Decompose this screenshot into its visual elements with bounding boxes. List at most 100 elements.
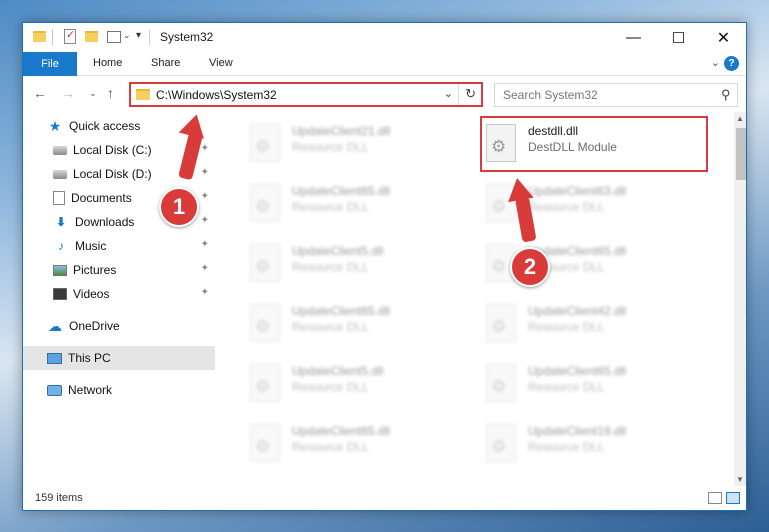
dll-file-icon bbox=[486, 424, 516, 462]
file-description: Resource DLL bbox=[528, 320, 605, 334]
file-name: UpdateClient21.dll bbox=[292, 124, 391, 138]
pin-icon[interactable]: ✦ bbox=[201, 143, 209, 154]
file-tile-destdll[interactable]: destdll.dll DestDLL Module bbox=[480, 116, 708, 172]
documents-icon bbox=[53, 191, 65, 205]
file-description: Resource DLL bbox=[292, 260, 369, 274]
view-icon[interactable] bbox=[107, 31, 121, 43]
download-icon: ⬇ bbox=[55, 215, 67, 229]
tiles-view-icon[interactable] bbox=[726, 492, 740, 504]
maximize-button[interactable]: ☐ bbox=[656, 23, 701, 52]
pin-icon[interactable]: ✦ bbox=[201, 239, 209, 250]
expand-ribbon-icon[interactable]: ⌄ bbox=[711, 56, 720, 69]
pin-icon[interactable]: ✦ bbox=[201, 215, 209, 226]
properties-icon[interactable] bbox=[64, 28, 76, 44]
address-bar[interactable]: C:\Windows\System32 ⌄ ↻ bbox=[129, 82, 483, 107]
pin-icon[interactable]: ✦ bbox=[201, 191, 209, 202]
music-icon: ♪ bbox=[58, 239, 64, 253]
sidebar-item-pictures[interactable]: Pictures ✦ bbox=[53, 258, 215, 282]
annotation-badge-1: 1 bbox=[159, 187, 199, 227]
title-bar: ⌄ ▾ System32 — ☐ ✕ bbox=[23, 23, 746, 52]
item-count: 159 items bbox=[35, 492, 83, 504]
annotation-badge-2: 2 bbox=[510, 247, 550, 287]
folder-icon bbox=[136, 89, 150, 100]
search-box[interactable]: ⚲ bbox=[494, 83, 738, 107]
file-name: UpdateClient65.dll bbox=[292, 184, 391, 198]
sidebar-item-network[interactable]: Network bbox=[47, 378, 215, 402]
address-path[interactable]: C:\Windows\System32 bbox=[156, 88, 277, 102]
divider bbox=[149, 30, 150, 45]
sidebar-item-label: OneDrive bbox=[69, 319, 120, 333]
details-view-icon[interactable] bbox=[708, 492, 722, 504]
file-description: Resource DLL bbox=[528, 200, 605, 214]
ribbon: File Home Share View ⌄ ? bbox=[23, 52, 746, 76]
file-name: UpdateClient65.dll bbox=[292, 424, 391, 438]
file-tile[interactable]: UpdateClient65.dll Resource DLL bbox=[244, 176, 464, 228]
sidebar-item-label: Videos bbox=[73, 287, 110, 301]
refresh-icon[interactable]: ↻ bbox=[465, 86, 476, 102]
file-tile[interactable]: UpdateClient19.dll Resource DLL bbox=[480, 416, 700, 468]
tab-home[interactable]: Home bbox=[93, 57, 122, 69]
sidebar-item-label: Local Disk (C:) bbox=[73, 143, 152, 157]
pin-icon[interactable]: ✦ bbox=[201, 287, 209, 298]
file-tile[interactable]: UpdateClient21.dll Resource DLL bbox=[244, 116, 464, 168]
dll-file-icon bbox=[250, 364, 280, 402]
file-tile[interactable]: UpdateClient42.dll Resource DLL bbox=[480, 296, 700, 348]
vertical-scrollbar[interactable]: ▲ ▼ bbox=[734, 112, 746, 486]
file-name: UpdateClient5.dll bbox=[292, 364, 384, 378]
new-folder-icon[interactable] bbox=[85, 31, 98, 42]
file-name: destdll.dll bbox=[528, 124, 579, 138]
file-tile[interactable]: UpdateClient65.dll Resource DLL bbox=[244, 416, 464, 468]
dll-file-icon bbox=[250, 424, 280, 462]
file-description: Resource DLL bbox=[292, 140, 369, 154]
computer-icon bbox=[47, 352, 62, 364]
scroll-down-icon[interactable]: ▼ bbox=[736, 475, 744, 484]
dll-file-icon bbox=[486, 364, 516, 402]
tab-file[interactable]: File bbox=[23, 52, 77, 76]
folder-icon bbox=[33, 31, 46, 42]
file-description: Resource DLL bbox=[528, 380, 605, 394]
search-input[interactable] bbox=[503, 88, 703, 102]
file-description: Resource DLL bbox=[292, 200, 369, 214]
close-button[interactable]: ✕ bbox=[701, 23, 746, 52]
recent-locations-button[interactable]: ⌄ bbox=[89, 88, 97, 99]
forward-button[interactable]: → bbox=[61, 85, 75, 101]
tab-share[interactable]: Share bbox=[151, 57, 180, 69]
sidebar-item-videos[interactable]: Videos ✦ bbox=[53, 282, 215, 306]
chevron-down-icon[interactable]: ⌄ bbox=[444, 87, 453, 100]
customize-quick-access-icon[interactable]: ▾ bbox=[136, 30, 141, 41]
dll-file-icon bbox=[486, 124, 516, 162]
sidebar-item-music[interactable]: ♪ Music ✦ bbox=[53, 234, 215, 258]
network-icon bbox=[47, 384, 62, 396]
back-button[interactable]: ← bbox=[33, 85, 47, 101]
pin-icon[interactable]: ✦ bbox=[201, 263, 209, 274]
up-button[interactable]: ↑ bbox=[107, 85, 114, 101]
chevron-down-icon[interactable]: ⌄ bbox=[123, 30, 131, 41]
file-tile[interactable]: UpdateClient5.dll Resource DLL bbox=[244, 236, 464, 288]
scroll-thumb[interactable] bbox=[736, 128, 746, 180]
file-tile[interactable]: UpdateClient65.dll Resource DLL bbox=[480, 356, 700, 408]
cloud-icon: ☁ bbox=[48, 317, 62, 334]
minimize-button[interactable]: — bbox=[611, 23, 656, 52]
sidebar-item-this-pc[interactable]: This PC bbox=[23, 346, 215, 370]
file-tile[interactable]: UpdateClient5.dll Resource DLL bbox=[244, 356, 464, 408]
help-icon[interactable]: ? bbox=[724, 56, 739, 71]
disk-icon bbox=[53, 169, 67, 179]
navigation-bar: ← → ⌄ ↑ C:\Windows\System32 ⌄ ↻ ⚲ bbox=[23, 76, 746, 112]
status-bar: 159 items bbox=[23, 486, 746, 510]
file-name: UpdateClient5.dll bbox=[292, 244, 384, 258]
pin-icon[interactable]: ✦ bbox=[201, 167, 209, 178]
file-name: UpdateClient65.dll bbox=[528, 364, 627, 378]
tab-view[interactable]: View bbox=[209, 57, 233, 69]
file-description: Resource DLL bbox=[292, 380, 369, 394]
sidebar-item-label: This PC bbox=[68, 351, 111, 365]
dll-file-icon bbox=[486, 304, 516, 342]
search-icon[interactable]: ⚲ bbox=[721, 87, 731, 103]
scroll-up-icon[interactable]: ▲ bbox=[736, 114, 744, 123]
sidebar-item-onedrive[interactable]: ☁ OneDrive bbox=[47, 314, 215, 338]
file-tile[interactable]: UpdateClient65.dll Resource DLL bbox=[244, 296, 464, 348]
file-description: Resource DLL bbox=[292, 320, 369, 334]
file-name: UpdateClient65.dll bbox=[292, 304, 391, 318]
divider bbox=[52, 29, 53, 45]
file-description: DestDLL Module bbox=[528, 140, 617, 154]
sidebar-item-label: Pictures bbox=[73, 263, 117, 277]
